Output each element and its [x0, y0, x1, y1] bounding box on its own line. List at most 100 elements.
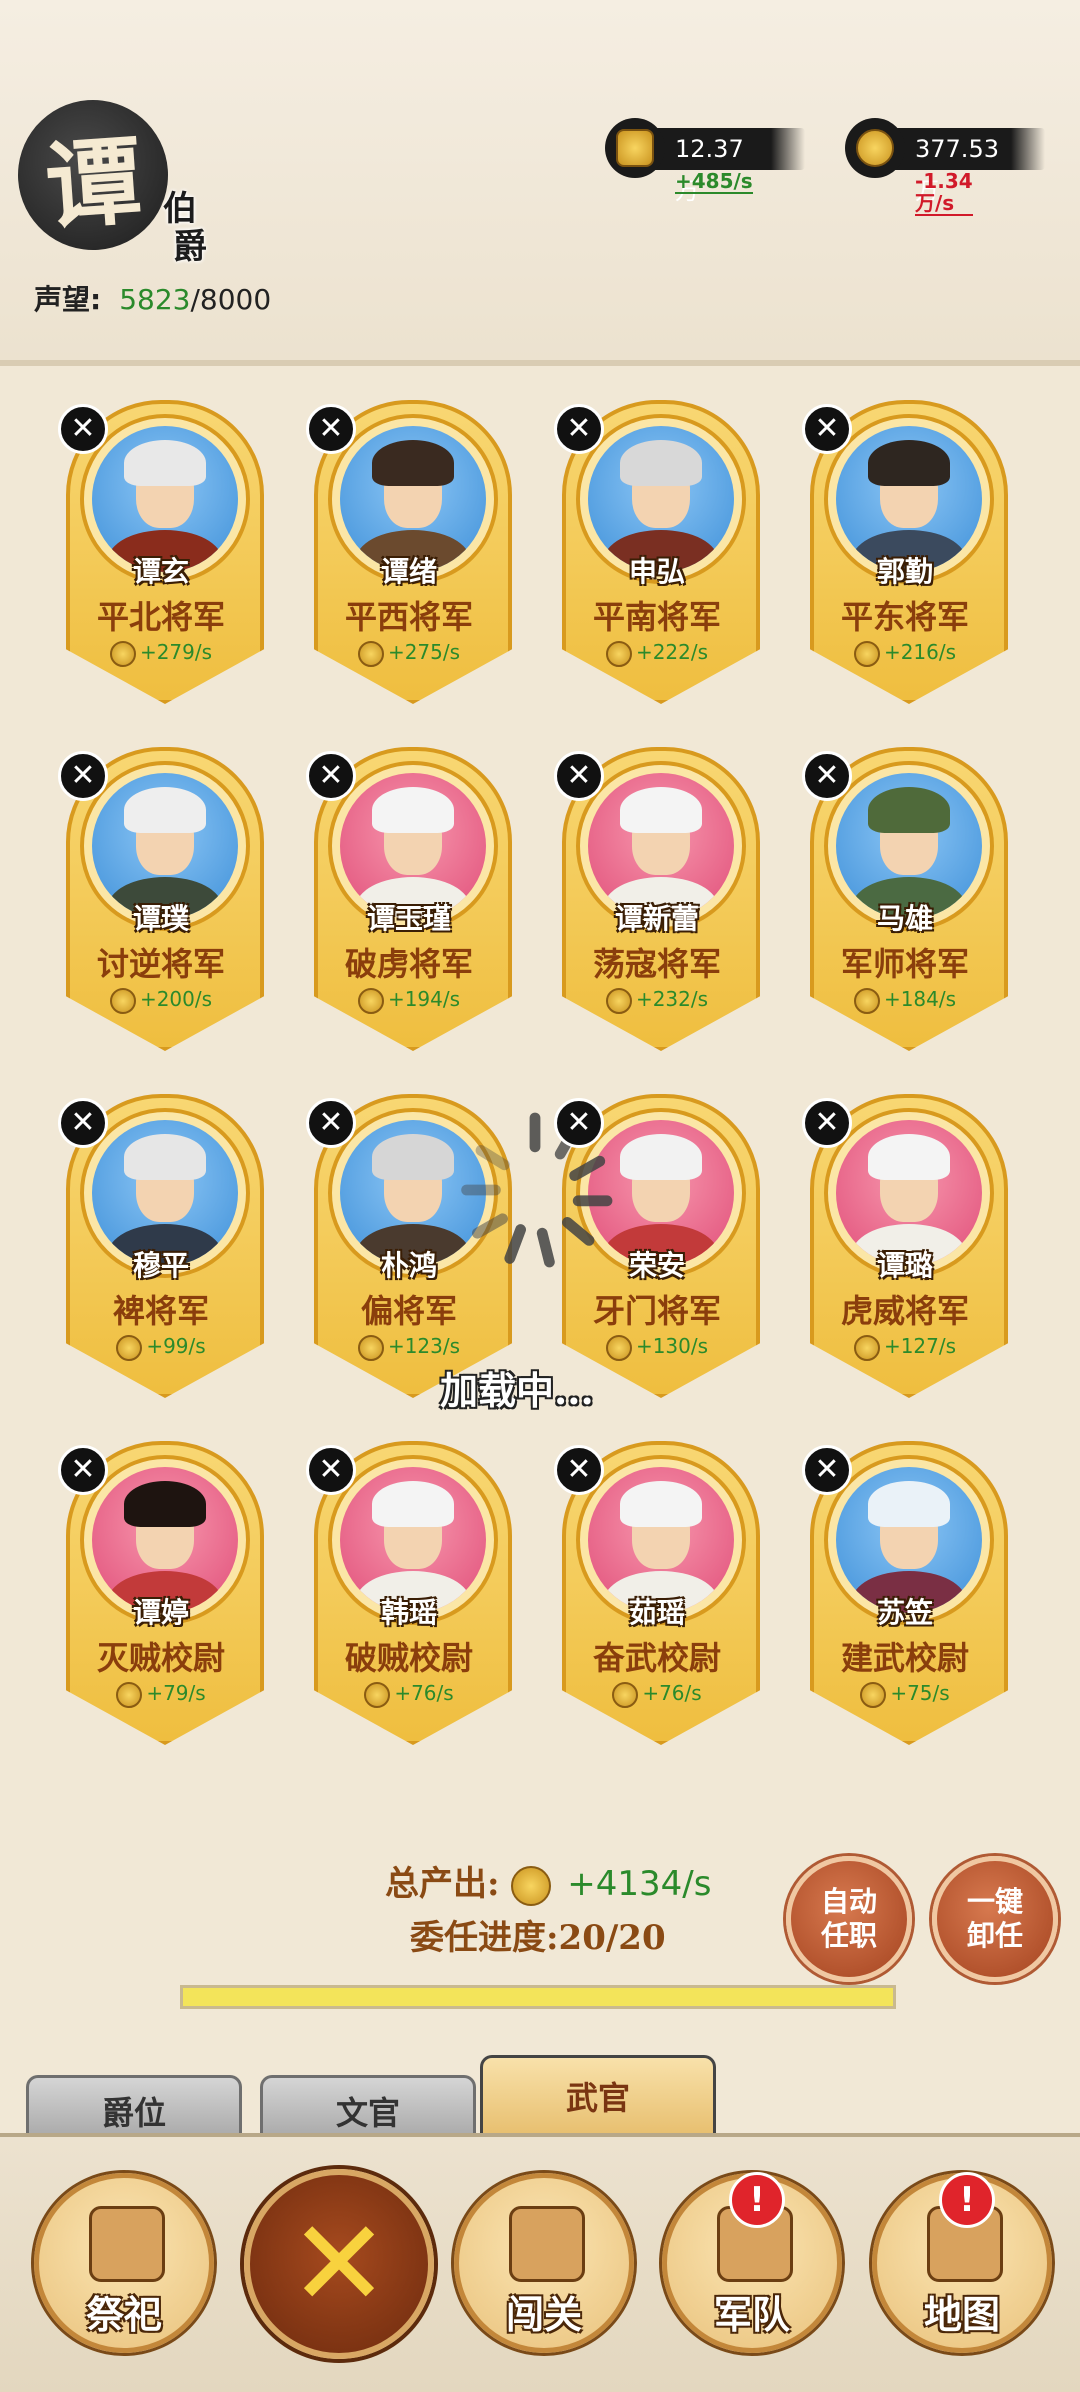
officer-card[interactable]: ✕ 苏笠 建武校尉 +75/s — [802, 1441, 1008, 1745]
tab-military-officials[interactable]: 武官 — [480, 2055, 716, 2138]
officer-name: 申弘 — [628, 555, 685, 588]
coin-icon — [357, 640, 384, 667]
officer-name: 韩瑶 — [380, 1596, 437, 1629]
officer-name: 谭新蕾 — [614, 902, 699, 935]
officer-title: 偏将军 — [360, 1292, 457, 1330]
statue-icon — [89, 2206, 165, 2282]
coin-icon — [109, 987, 136, 1014]
officer-title: 虎威将军 — [840, 1292, 969, 1330]
officer-name: 谭绪 — [380, 555, 437, 588]
banner-icon — [509, 2206, 585, 2282]
officer-card[interactable]: ✕ 郭勤 平东将军 +216/s — [802, 400, 1008, 704]
officer-output: +127/s — [810, 1334, 1000, 1361]
dismiss-icon[interactable]: ✕ — [554, 404, 604, 454]
officer-card[interactable]: ✕ 谭绪 平西将军 +275/s — [306, 400, 512, 704]
tab-civil-officials[interactable]: 文官 — [260, 2075, 476, 2138]
nav-stages-button[interactable]: 闯关 — [454, 2173, 634, 2353]
dismiss-icon[interactable]: ✕ — [554, 1445, 604, 1495]
nav-army-button[interactable]: ! 军队 — [662, 2172, 842, 2353]
officer-card[interactable]: ✕ 韩瑶 破贼校尉 +76/s — [306, 1441, 512, 1745]
coin-icon — [853, 640, 880, 667]
reputation-label: 声望: — [34, 283, 102, 316]
officer-title: 平西将军 — [344, 598, 473, 636]
coin-icon — [845, 118, 905, 178]
tab-nobility[interactable]: 爵位 — [26, 2075, 242, 2138]
top-bar: 谭 伯 爵 声望: 5823/8000 12.37万 +485/s 377.53万… — [0, 0, 1080, 366]
dismiss-icon[interactable]: ✕ — [802, 751, 852, 801]
dismiss-icon[interactable]: ✕ — [554, 1098, 604, 1148]
officer-output: +99/s — [66, 1334, 256, 1361]
officer-output: +76/s — [314, 1681, 504, 1708]
officer-output: +75/s — [810, 1681, 1000, 1708]
nav-map-button[interactable]: ! 地图 — [872, 2172, 1052, 2353]
coin-icon — [357, 1334, 384, 1361]
dismiss-icon[interactable]: ✕ — [554, 751, 604, 801]
dismiss-icon[interactable]: ✕ — [58, 1098, 108, 1148]
dismiss-icon[interactable]: ✕ — [802, 1098, 852, 1148]
officer-card[interactable]: ✕ 谭璐虎威将军 +127/s — [802, 1094, 1008, 1398]
officer-name: 谭璞 — [132, 902, 189, 935]
loading-text: 加载中... — [440, 1368, 594, 1413]
officer-card[interactable]: ✕ 茹瑶 奋武校尉 +76/s — [554, 1441, 760, 1745]
grain-rate: +485/s — [675, 169, 753, 194]
dismiss-icon[interactable]: ✕ — [802, 404, 852, 454]
officer-title: 荡寇将军 — [592, 945, 721, 983]
assignment-progress: 委任进度:20/20 — [410, 1918, 666, 1958]
officer-card[interactable]: ✕ 马雄 军师将军 +184/s — [802, 747, 1008, 1051]
officer-name: 茹瑶 — [628, 1596, 685, 1629]
officer-output: +216/s — [810, 640, 1000, 667]
total-output-label: 总产出: — [385, 1864, 500, 1904]
officer-card[interactable]: ✕ 穆平 裨将军 +99/s — [58, 1094, 264, 1398]
grain-icon — [605, 118, 665, 178]
officer-title: 平东将军 — [840, 598, 969, 636]
officer-title: 平北将军 — [96, 598, 225, 636]
nav-sacrifice-button[interactable]: 祭祀 — [34, 2173, 214, 2353]
officer-card[interactable]: ✕ 谭新蕾 荡寇将军 +232/s — [554, 747, 760, 1051]
officer-output: +279/s — [66, 640, 256, 667]
dismiss-icon[interactable]: ✕ — [306, 1098, 356, 1148]
officer-name: 穆平 — [132, 1249, 189, 1282]
coin-icon — [511, 1866, 552, 1906]
unload-all-button[interactable]: 一键 卸任 — [932, 1856, 1058, 1982]
dismiss-icon[interactable]: ✕ — [58, 404, 108, 454]
officer-card[interactable]: ✕ 谭璞 讨逆将军 +200/s — [58, 747, 264, 1051]
coin-icon — [612, 1681, 639, 1708]
dismiss-icon[interactable]: ✕ — [58, 751, 108, 801]
officer-name: 谭婷 — [132, 1596, 189, 1629]
officer-title: 牙门将军 — [592, 1292, 721, 1330]
dismiss-icon[interactable]: ✕ — [306, 1445, 356, 1495]
dismiss-icon[interactable]: ✕ — [306, 404, 356, 454]
reputation-max: /8000 — [190, 283, 272, 316]
officer-card[interactable]: ✕ 谭玉瑾 破虏将军 +194/s — [306, 747, 512, 1051]
total-output-value: +4134/s — [567, 1864, 712, 1904]
coin-icon — [605, 1334, 632, 1361]
officer-output: +76/s — [562, 1681, 752, 1708]
coin-icon — [853, 1334, 880, 1361]
reputation-current: 5823 — [119, 283, 191, 316]
officer-title: 灭贼校尉 — [96, 1639, 225, 1677]
dismiss-icon[interactable]: ✕ — [802, 1445, 852, 1495]
alert-badge: ! — [729, 2172, 785, 2228]
noble-title: 伯 爵 — [163, 189, 207, 267]
officer-output: +123/s — [314, 1334, 504, 1361]
coin-icon — [357, 987, 384, 1014]
coin-icon — [605, 640, 632, 667]
officer-name: 马雄 — [876, 902, 933, 935]
officer-title: 军师将军 — [840, 945, 969, 983]
coin-icon — [860, 1681, 887, 1708]
officer-output: +200/s — [66, 987, 256, 1014]
dismiss-icon[interactable]: ✕ — [306, 751, 356, 801]
officer-card[interactable]: ✕ 谭婷灭贼校尉 +79/s — [58, 1441, 264, 1745]
officer-name: 谭璐 — [876, 1249, 933, 1282]
auto-assign-button[interactable]: 自动 任职 — [786, 1856, 912, 1982]
alert-badge: ! — [939, 2172, 995, 2228]
progress-fill — [183, 1988, 893, 2006]
officer-title: 破虏将军 — [344, 945, 473, 983]
coin-icon — [605, 987, 632, 1014]
officer-output: +79/s — [66, 1681, 256, 1708]
officer-card[interactable]: ✕ 谭玄 平北将军 +279/s — [58, 400, 264, 704]
dismiss-icon[interactable]: ✕ — [58, 1445, 108, 1495]
coin-rate: -1.34万/s — [915, 169, 973, 216]
crossed-swords-button[interactable]: ✕ — [244, 2169, 434, 2359]
officer-card[interactable]: ✕ 申弘 平南将军 +222/s — [554, 400, 760, 704]
